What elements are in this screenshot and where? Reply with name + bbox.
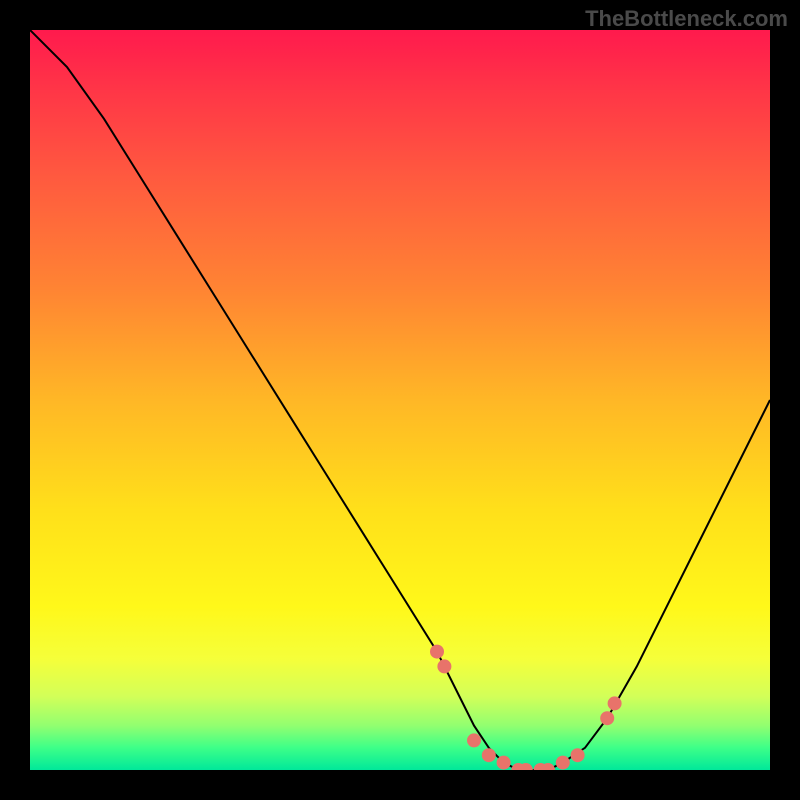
curve-marker [437, 659, 451, 673]
curve-marker [497, 756, 511, 770]
curve-marker [608, 696, 622, 710]
curve-marker [571, 748, 585, 762]
curve-marker [482, 748, 496, 762]
curve-marker [467, 733, 481, 747]
curve-marker [430, 645, 444, 659]
curve-marker [600, 711, 614, 725]
bottleneck-curve-line [30, 30, 770, 770]
chart-plot-area [30, 30, 770, 770]
watermark-text: TheBottleneck.com [585, 6, 788, 32]
chart-svg [30, 30, 770, 770]
curve-marker [556, 756, 570, 770]
curve-markers-group [430, 645, 622, 770]
